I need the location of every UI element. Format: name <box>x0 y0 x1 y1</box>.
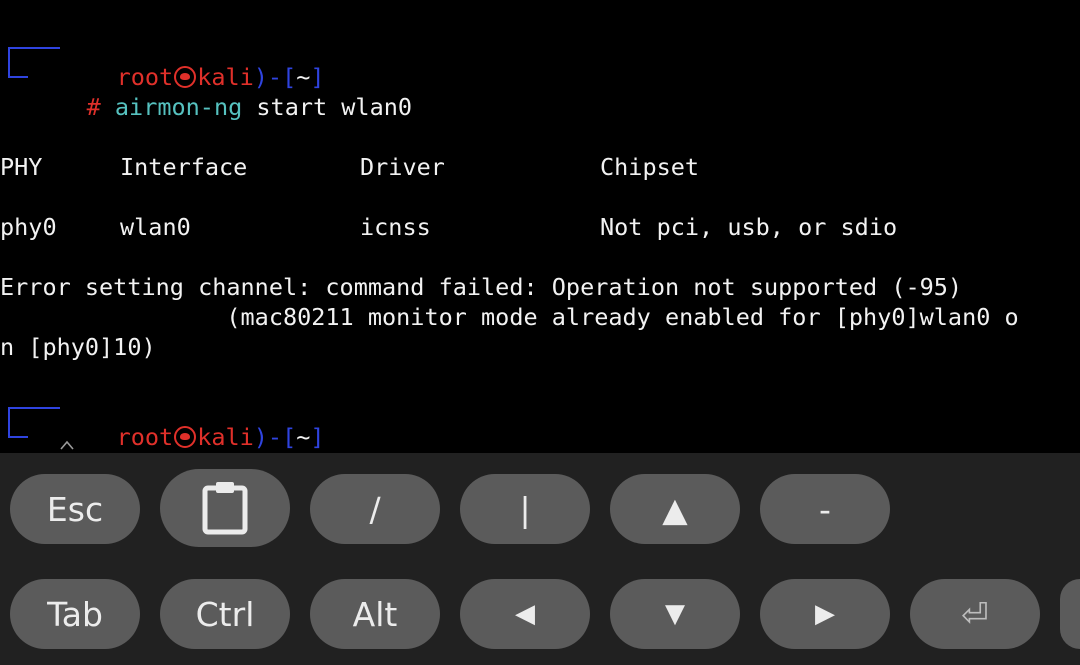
prompt-dir-2: ~ <box>296 423 311 451</box>
up-arrow-key[interactable]: ▲ <box>610 474 740 544</box>
right-arrow-key[interactable]: ▶ <box>760 579 890 649</box>
enter-key[interactable]: ⏎ <box>910 579 1040 649</box>
prompt-line-2: root kali)-[~] <box>116 423 325 451</box>
slash-key[interactable]: / <box>310 474 440 544</box>
prompt-bracket-bottom-2 <box>8 418 28 438</box>
command-args: start wlan0 <box>242 93 413 121</box>
error-line-2: (mac80211 monitor mode already enabled f… <box>0 303 1019 331</box>
header-phy: PHY <box>0 153 43 181</box>
header-chipset: Chipset <box>600 153 700 181</box>
extra-keys-bar: Esc / | ▲ - Tab Ctrl Alt ◀ ▼ ▶ ⏎ <box>0 453 1080 665</box>
cursor-caret-icon <box>60 440 74 450</box>
row-driver: icnss <box>360 213 431 241</box>
left-arrow-key[interactable]: ◀ <box>460 579 590 649</box>
clipboard-key[interactable] <box>160 469 290 547</box>
prompt-bracket-bottom <box>8 58 28 78</box>
row-chipset: Not pci, usb, or sdio <box>600 213 898 241</box>
command-program: airmon-ng <box>114 93 243 121</box>
error-line-1: Error setting channel: command failed: O… <box>0 273 963 301</box>
error-line-3: n [phy0]10) <box>0 333 156 361</box>
ctrl-key[interactable]: Ctrl <box>160 579 290 649</box>
row-phy: phy0 <box>0 213 57 241</box>
prompt-hash: # <box>86 93 101 121</box>
down-arrow-key[interactable]: ▼ <box>610 579 740 649</box>
prompt-host-2: kali <box>197 423 254 451</box>
row-interface: wlan0 <box>120 213 191 241</box>
tab-key[interactable]: Tab <box>10 579 140 649</box>
terminal-view[interactable]: root kali)-[~] # airmon-ng start wlan0 PH… <box>0 0 1080 453</box>
prompt-user-2: root <box>116 423 174 451</box>
esc-key[interactable]: Esc <box>10 474 140 544</box>
kali-skull-icon <box>174 426 197 448</box>
overflow-key[interactable] <box>1060 579 1080 649</box>
command-line: # airmon-ng start wlan0 <box>30 62 412 121</box>
header-driver: Driver <box>360 153 445 181</box>
header-interface: Interface <box>120 153 248 181</box>
alt-key[interactable]: Alt <box>310 579 440 649</box>
clipboard-icon <box>202 482 248 535</box>
prompt-line-1: root kali)-[~] <box>116 63 325 91</box>
pipe-key[interactable]: | <box>460 474 590 544</box>
minus-key[interactable]: - <box>760 474 890 544</box>
